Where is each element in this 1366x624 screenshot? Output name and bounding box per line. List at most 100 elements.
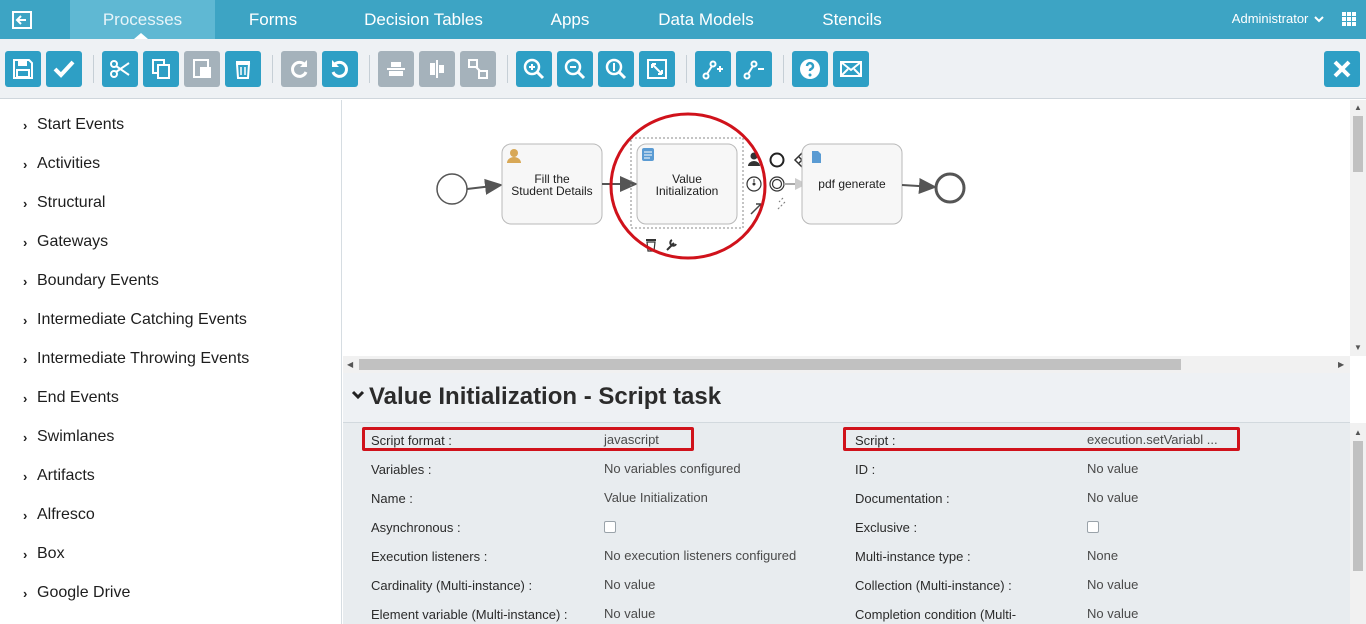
asynchronous-checkbox[interactable]: [604, 521, 616, 533]
close-button[interactable]: [1324, 51, 1360, 87]
quick-menu-intermediate-event-icon[interactable]: [769, 176, 785, 192]
palette-item-label: Box: [37, 545, 65, 562]
multi-instance-type-value[interactable]: None: [1087, 548, 1118, 563]
help-button[interactable]: [792, 51, 828, 87]
remove-bendpoint-button[interactable]: [736, 51, 772, 87]
palette-item-start-events[interactable]: › Start Events: [23, 115, 124, 135]
palette-item-intermediate-catching-events[interactable]: › Intermediate Catching Events: [23, 310, 247, 330]
collection-value[interactable]: No value: [1087, 577, 1138, 592]
palette-item-label: Google Drive: [37, 584, 131, 601]
exclusive-checkbox[interactable]: [1087, 521, 1099, 533]
undo-button[interactable]: [322, 51, 358, 87]
zoom-in-button[interactable]: [516, 51, 552, 87]
redo-icon: [291, 60, 308, 78]
validate-button[interactable]: [46, 51, 82, 87]
properties-vertical-scrollbar[interactable]: ▲: [1350, 423, 1366, 624]
property-label: Documentation :: [855, 491, 950, 506]
script-task-value-initialization[interactable]: Value Initialization: [630, 137, 744, 229]
align-horizontal-button[interactable]: [378, 51, 414, 87]
documentation-value[interactable]: No value: [1087, 490, 1138, 505]
palette-item-google-drive[interactable]: › Google Drive: [23, 583, 130, 603]
property-label: Exclusive :: [855, 520, 918, 535]
properties-header[interactable]: Value Initialization - Script task: [343, 373, 1350, 423]
palette-item-label: End Events: [37, 389, 119, 406]
property-label: Execution listeners :: [371, 549, 488, 564]
execution-listeners-value[interactable]: No execution listeners configured: [604, 548, 796, 563]
palette-item-end-events[interactable]: › End Events: [23, 388, 119, 408]
scroll-thumb[interactable]: [1353, 116, 1363, 172]
palette-item-intermediate-throwing-events[interactable]: › Intermediate Throwing Events: [23, 349, 249, 369]
user-menu[interactable]: Administrator: [1232, 0, 1324, 39]
zoom-fit-button[interactable]: [639, 51, 675, 87]
scroll-left-icon[interactable]: ◀: [347, 360, 353, 369]
scroll-thumb[interactable]: [1353, 441, 1363, 571]
chevron-down-icon[interactable]: [351, 390, 365, 400]
quick-menu-association-icon[interactable]: [776, 197, 786, 211]
chevron-right-icon: ›: [23, 117, 28, 133]
start-event[interactable]: [436, 173, 468, 205]
tab-apps[interactable]: Apps: [530, 0, 610, 39]
id-value[interactable]: No value: [1087, 461, 1138, 476]
tab-forms[interactable]: Forms: [222, 0, 324, 39]
zoom-fit-icon: [647, 59, 667, 79]
delete-button[interactable]: [225, 51, 261, 87]
palette-item-artifacts[interactable]: › Artifacts: [23, 466, 95, 486]
same-size-button[interactable]: [460, 51, 496, 87]
chevron-right-icon: ›: [23, 234, 28, 250]
variables-value[interactable]: No variables configured: [604, 461, 741, 476]
palette-item-label: Start Events: [37, 116, 125, 133]
end-event[interactable]: [934, 172, 966, 204]
quick-menu-timer-event-icon[interactable]: [746, 176, 762, 192]
diagram-canvas[interactable]: Fill the Student Details Value Initializ…: [343, 100, 1350, 356]
add-bendpoint-button[interactable]: [695, 51, 731, 87]
cut-button[interactable]: [102, 51, 138, 87]
chevron-right-icon: ›: [23, 507, 28, 523]
palette-item-box[interactable]: › Box: [23, 544, 65, 564]
copy-button[interactable]: [143, 51, 179, 87]
scroll-thumb[interactable]: [359, 359, 1181, 370]
scroll-right-icon[interactable]: ▶: [1338, 360, 1344, 369]
canvas-horizontal-scrollbar[interactable]: ◀ ▶: [343, 356, 1350, 373]
grid-menu-icon[interactable]: [1342, 12, 1356, 26]
delete-icon: [235, 61, 251, 79]
quick-menu-end-event-icon[interactable]: [769, 152, 785, 168]
canvas-vertical-scrollbar[interactable]: ▲ ▼: [1350, 100, 1366, 356]
paste-button[interactable]: [184, 51, 220, 87]
highlight-box: [362, 427, 694, 451]
help-icon: [800, 59, 820, 79]
scroll-up-icon[interactable]: ▲: [1354, 103, 1362, 112]
toolbar-divider: [783, 55, 784, 83]
redo-button[interactable]: [281, 51, 317, 87]
scroll-down-icon[interactable]: ▼: [1354, 343, 1362, 352]
palette-item-gateways[interactable]: › Gateways: [23, 232, 108, 252]
scroll-up-icon[interactable]: ▲: [1354, 428, 1362, 437]
palette-item-alfresco[interactable]: › Alfresco: [23, 505, 95, 525]
zoom-actual-button[interactable]: [598, 51, 634, 87]
palette-item-structural[interactable]: › Structural: [23, 193, 105, 213]
palette-item-label: Intermediate Catching Events: [37, 311, 247, 328]
zoom-out-button[interactable]: [557, 51, 593, 87]
cardinality-value[interactable]: No value: [604, 577, 655, 592]
palette-item-boundary-events[interactable]: › Boundary Events: [23, 271, 159, 291]
align-vertical-button[interactable]: [419, 51, 455, 87]
properties-panel: Value Initialization - Script task Scrip…: [343, 373, 1350, 624]
tab-data-models[interactable]: Data Models: [644, 0, 768, 39]
palette-item-swimlanes[interactable]: › Swimlanes: [23, 427, 114, 447]
element-variable-value[interactable]: No value: [604, 606, 655, 621]
tab-decision-tables[interactable]: Decision Tables: [350, 0, 497, 39]
add-bendpoint-icon: [702, 60, 723, 80]
quick-menu-wrench-icon[interactable]: [666, 239, 677, 251]
sequence-flow[interactable]: [466, 178, 503, 195]
user-task-fill-student-details[interactable]: Fill the Student Details: [501, 143, 603, 225]
feedback-mail-button[interactable]: [833, 51, 869, 87]
tab-stencils[interactable]: Stencils: [808, 0, 896, 39]
save-button[interactable]: [5, 51, 41, 87]
service-task-pdf-generate[interactable]: pdf generate: [801, 143, 903, 225]
name-value[interactable]: Value Initialization: [604, 490, 708, 505]
back-arrow-icon[interactable]: [0, 0, 44, 39]
sequence-flow[interactable]: [901, 178, 937, 195]
completion-condition-value[interactable]: No value: [1087, 606, 1138, 621]
palette-item-activities[interactable]: › Activities: [23, 154, 100, 174]
palette-item-label: Gateways: [37, 233, 109, 250]
palette-item-label: Alfresco: [37, 506, 95, 523]
